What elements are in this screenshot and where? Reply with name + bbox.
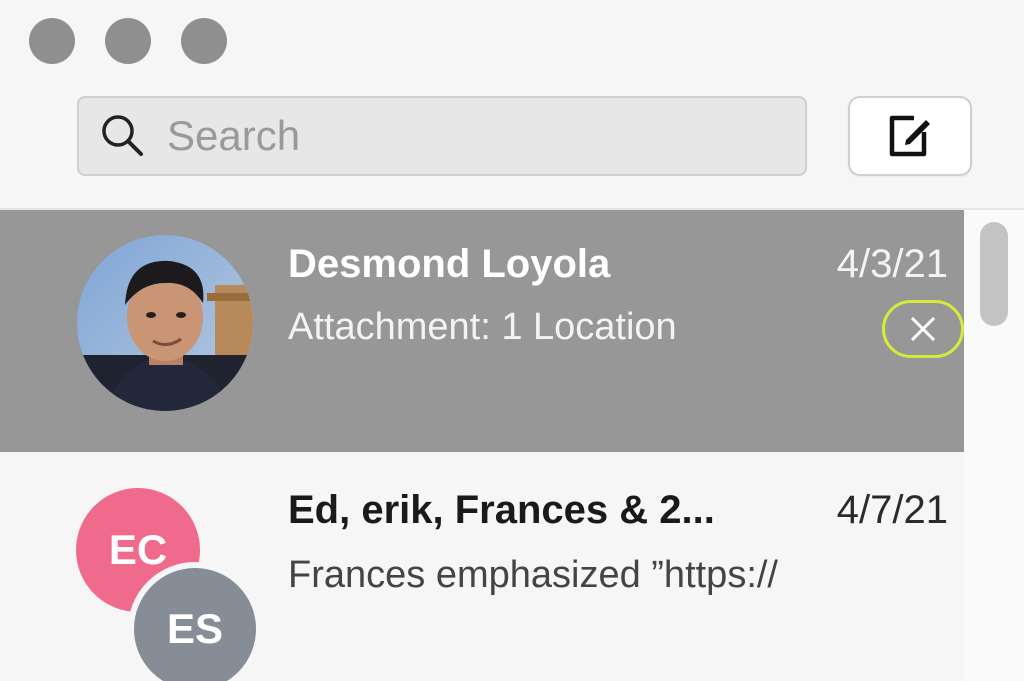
conversation-preview: Frances emphasized ”https://: [288, 554, 778, 596]
group-avatar: EC ES: [76, 474, 266, 681]
search-input[interactable]: [167, 112, 767, 160]
compose-button[interactable]: [848, 96, 972, 176]
search-field[interactable]: [77, 96, 807, 176]
delete-conversation-button[interactable]: [882, 300, 964, 358]
zoom-window-button[interactable]: [181, 18, 227, 64]
scrollbar-thumb[interactable]: [980, 222, 1008, 326]
conversation-name: Ed, erik, Frances & 2...: [288, 488, 715, 532]
conversation-list: Desmond Loyola 4/3/21 Attachment: 1 Loca…: [0, 210, 964, 681]
conversation-name: Desmond Loyola: [288, 242, 611, 286]
conversation-date: 4/7/21: [836, 488, 948, 532]
close-window-button[interactable]: [29, 18, 75, 64]
conversation-row[interactable]: EC ES Ed, erik, Frances & 2... 4/7/21 Fr…: [0, 452, 964, 681]
compose-icon: [889, 115, 930, 157]
minimize-window-button[interactable]: [105, 18, 151, 64]
avatar-initials: ES: [128, 562, 262, 681]
search-icon: [102, 115, 143, 156]
conversation-date: 4/3/21: [836, 242, 948, 286]
close-icon: [910, 316, 936, 342]
conversation-preview: Attachment: 1 Location: [288, 306, 677, 348]
avatar: [77, 235, 253, 411]
conversation-row[interactable]: Desmond Loyola 4/3/21 Attachment: 1 Loca…: [0, 210, 964, 452]
